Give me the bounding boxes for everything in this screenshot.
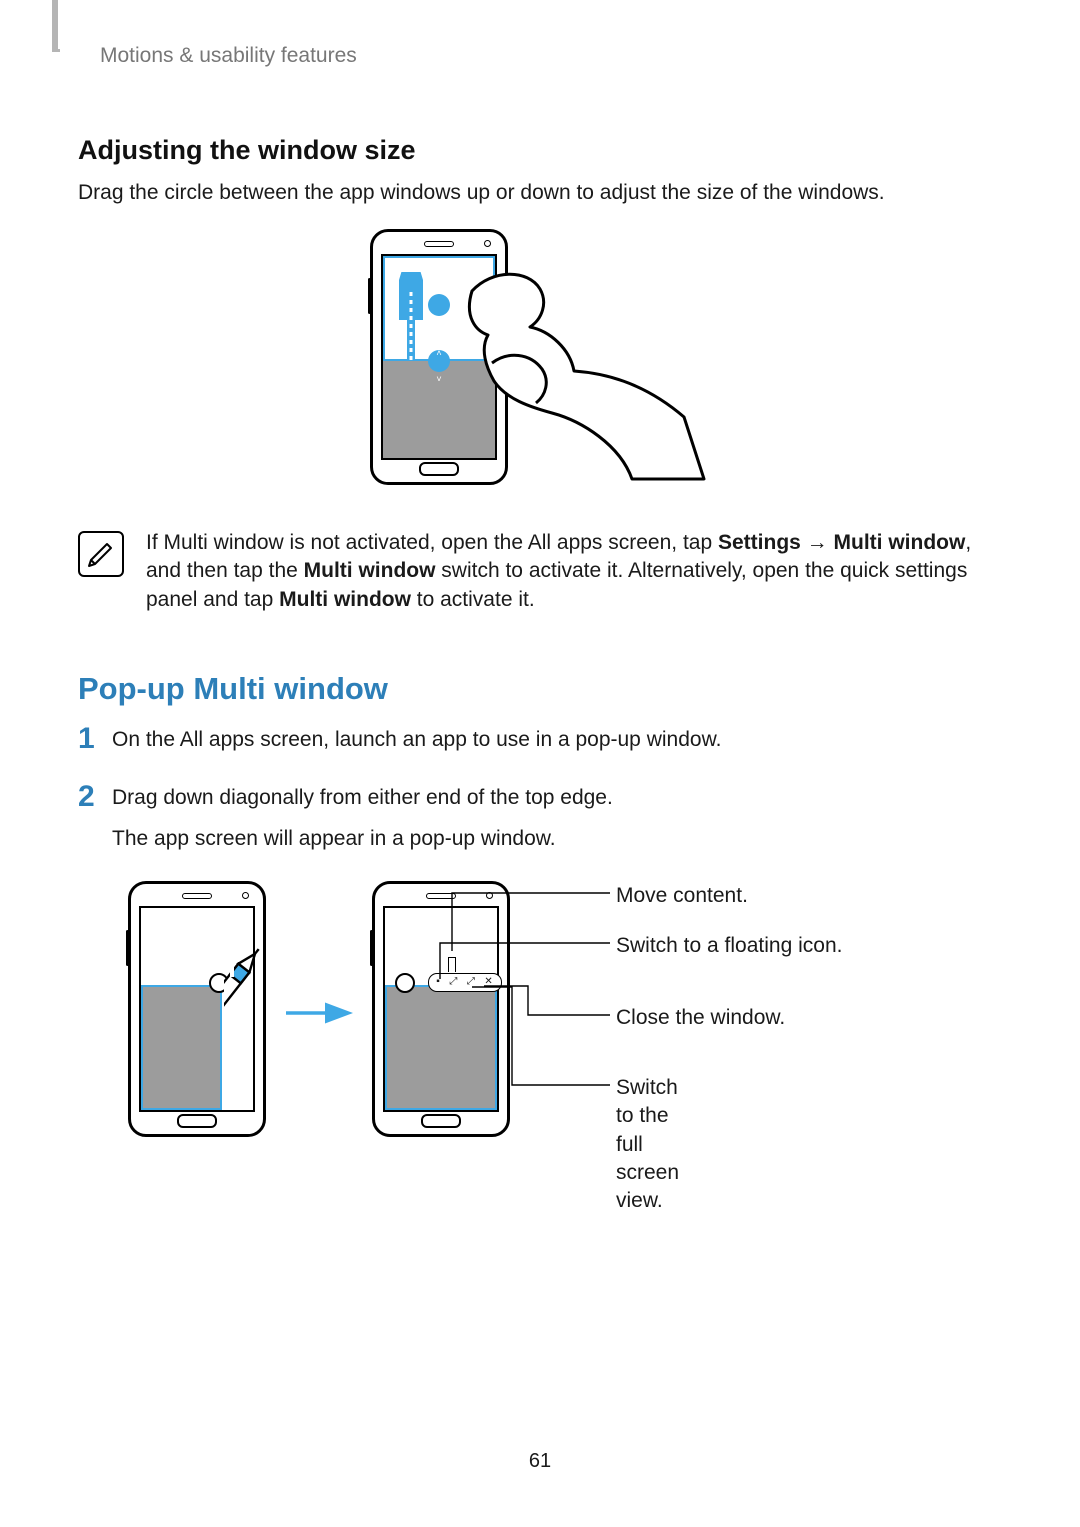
figure-popup-multi-window: ▪ ⤢ ⤢ ✕ Move content. Switch to a floati… [128, 881, 1002, 1171]
step-1: 1 On the All apps screen, launch an app … [78, 726, 1002, 766]
callout-move-content: Move content. [616, 882, 748, 910]
step-text: Drag down diagonally from either end of … [112, 784, 1002, 812]
page-corner-mark [52, 0, 58, 52]
s-pen-icon [224, 943, 354, 1133]
page-number: 61 [0, 1448, 1080, 1475]
body-adjust-window-size: Drag the circle between the app windows … [78, 179, 1002, 207]
hand-gesture-icon [432, 231, 712, 491]
step-number: 2 [78, 780, 112, 813]
callout-close-window: Close the window. [616, 1004, 785, 1032]
step-number: 1 [78, 722, 112, 755]
breadcrumb: Motions & usability features [100, 42, 1002, 70]
heading-adjust-window-size: Adjusting the window size [78, 132, 1002, 168]
callout-full-screen: Switch to the full screen view. [616, 1074, 679, 1216]
callout-floating-icon: Switch to a floating icon. [616, 932, 842, 960]
step-text: On the All apps screen, launch an app to… [112, 726, 1002, 754]
note-text: If Multi window is not activated, open t… [146, 529, 1002, 614]
step-2: 2 Drag down diagonally from either end o… [78, 784, 1002, 865]
note-box: If Multi window is not activated, open t… [78, 529, 1002, 614]
step-text: The app screen will appear in a pop-up w… [112, 825, 1002, 853]
drag-up-arrow-icon [399, 272, 423, 364]
figure-adjust-window-size: ˄ ˅ ˄ ˅ [78, 223, 1002, 503]
heading-popup-multi-window: Pop-up Multi window [78, 668, 1002, 710]
note-icon [78, 531, 124, 577]
